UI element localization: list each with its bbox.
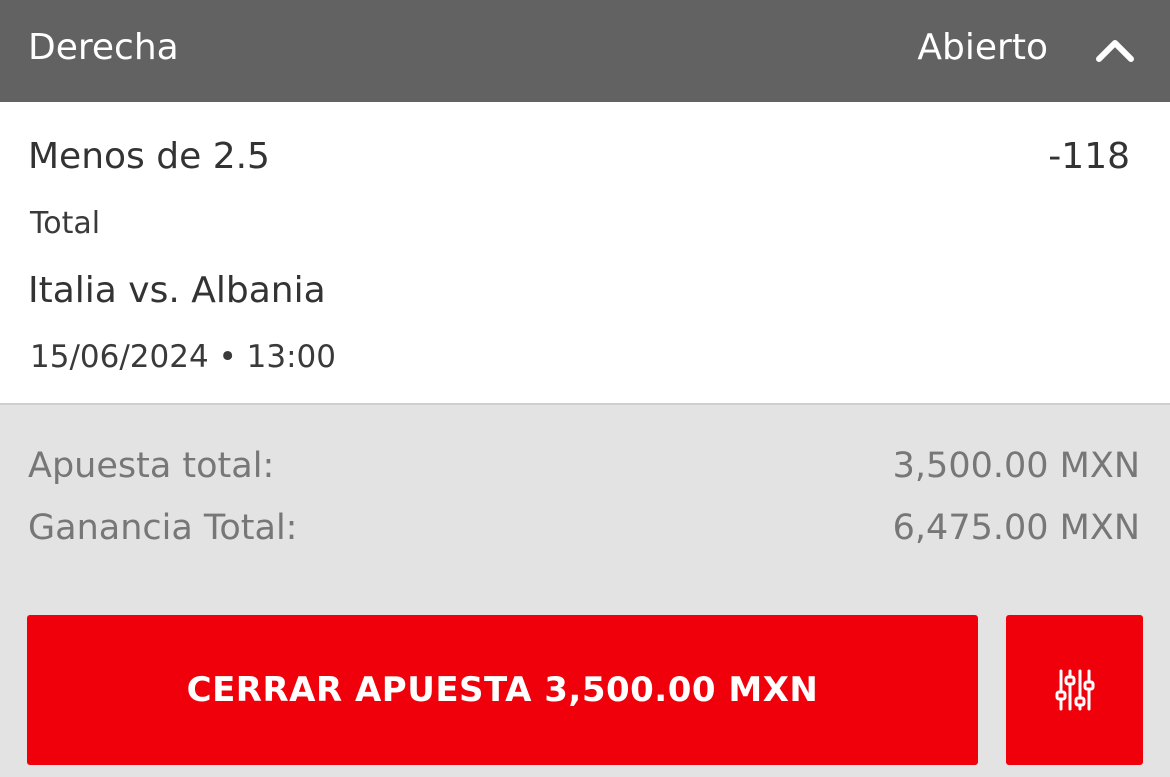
stake-value: 3,500.00 MXN [892,446,1140,486]
selection-name: Menos de 2.5 [28,136,270,177]
bet-type-label: Derecha [28,27,179,68]
stake-label: Apuesta total: [28,446,275,486]
cashout-button[interactable]: CERRAR APUESTA 3,500.00 MXN [27,615,978,765]
market-name: Total [30,206,101,241]
win-row: Ganancia Total: 6,475.00 MXN [28,505,1140,551]
stake-row: Apuesta total: 3,500.00 MXN [28,443,1140,489]
bet-header[interactable]: Derecha Abierto [0,0,1170,102]
sliders-icon [1055,669,1094,711]
bet-status-label: Abierto [917,27,1048,68]
selection-odds: -118 [1048,136,1130,177]
collapse-button[interactable] [1090,30,1140,70]
win-label: Ganancia Total: [28,508,298,548]
event-name: Italia vs. Albania [28,270,326,311]
win-value: 6,475.00 MXN [892,508,1140,548]
event-datetime: 15/06/2024 • 13:00 [30,339,337,375]
chevron-up-icon [1096,40,1134,62]
cashout-settings-button[interactable] [1006,615,1143,765]
selection-card: Menos de 2.5 -118 Total Italia vs. Alban… [0,102,1170,405]
